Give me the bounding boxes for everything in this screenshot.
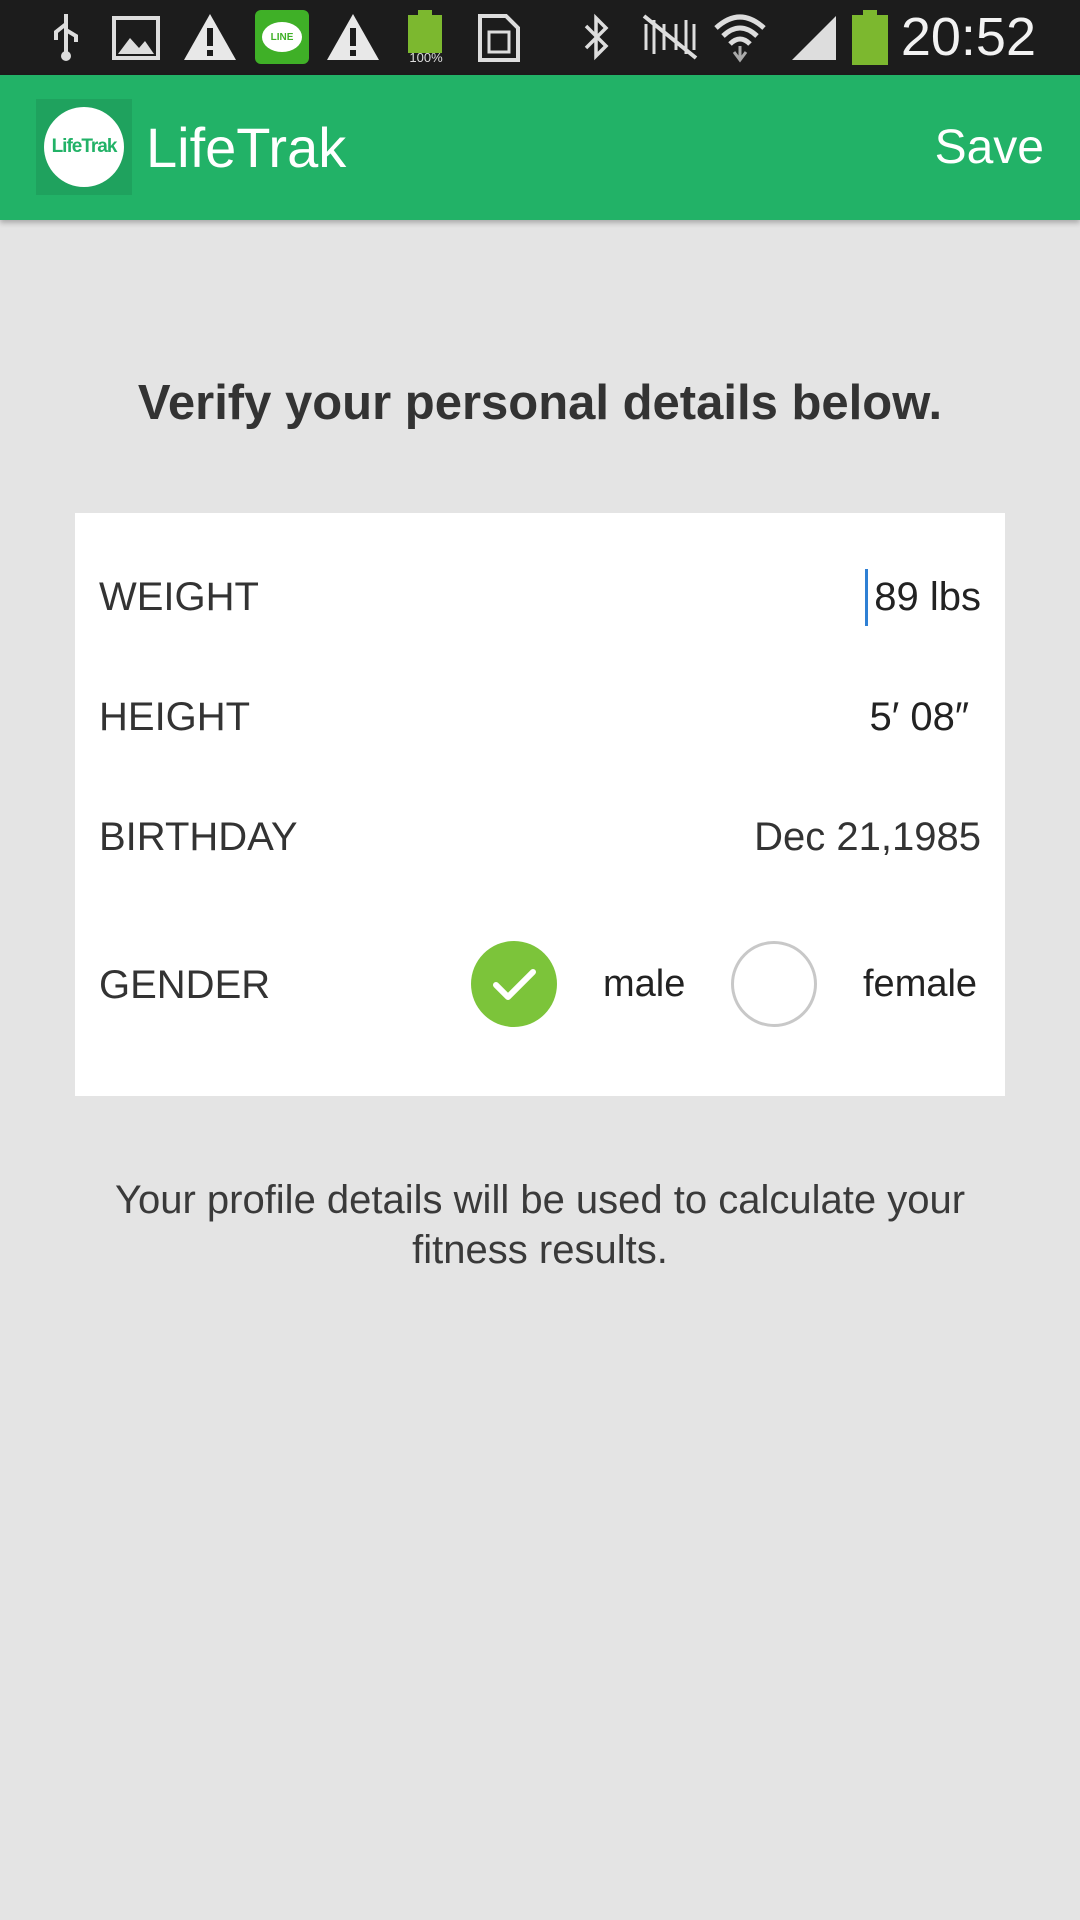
gender-female-radio[interactable] xyxy=(731,941,817,1027)
line-app-label: LINE xyxy=(262,22,302,52)
check-icon xyxy=(493,969,536,1000)
app-logo[interactable]: LifeTrak xyxy=(36,99,132,195)
sim-card-icon xyxy=(478,14,520,62)
page-heading: Verify your personal details below. xyxy=(137,376,943,430)
gender-female-label[interactable]: female xyxy=(863,963,977,1006)
usb-icon xyxy=(54,14,78,61)
app-bar: LifeTrak LifeTrak Save xyxy=(0,75,1080,220)
line-app-icon: LINE xyxy=(255,10,309,64)
wifi-icon xyxy=(714,14,766,63)
gender-label: GENDER xyxy=(99,963,271,1007)
cell-signal-icon xyxy=(792,16,836,60)
weight-input[interactable]: 89 lbs xyxy=(874,575,981,620)
signal-muted-icon xyxy=(642,14,698,60)
warning-icon xyxy=(184,14,236,60)
save-button[interactable]: Save xyxy=(935,115,1044,181)
height-field[interactable]: 5′ 08″ xyxy=(869,695,969,740)
profile-note: Your profile details will be used to cal… xyxy=(114,1178,966,1272)
status-bar: LINE 100% 20:52 xyxy=(0,0,1080,75)
gender-male-label[interactable]: male xyxy=(603,963,685,1006)
weight-label: WEIGHT xyxy=(99,575,259,619)
text-cursor xyxy=(865,569,868,626)
battery-percent-label: 100% xyxy=(409,50,443,65)
birthday-field[interactable]: Dec 21,1985 xyxy=(754,815,981,860)
height-label: HEIGHT xyxy=(99,695,251,739)
status-time: 20:52 xyxy=(900,7,1036,67)
battery-icon xyxy=(852,10,888,66)
battery-full-icon: 100% xyxy=(406,10,446,66)
bluetooth-icon xyxy=(584,13,609,61)
birthday-label: BIRTHDAY xyxy=(99,815,298,859)
gender-male-radio[interactable] xyxy=(471,941,557,1027)
image-icon xyxy=(112,16,160,60)
app-title: LifeTrak xyxy=(146,116,347,179)
logo-text: LifeTrak xyxy=(44,107,124,187)
personal-details-card: WEIGHT 89 lbs HEIGHT 5′ 08″ BIRTHDAY Dec… xyxy=(75,513,1005,1096)
warning-icon xyxy=(327,14,379,60)
